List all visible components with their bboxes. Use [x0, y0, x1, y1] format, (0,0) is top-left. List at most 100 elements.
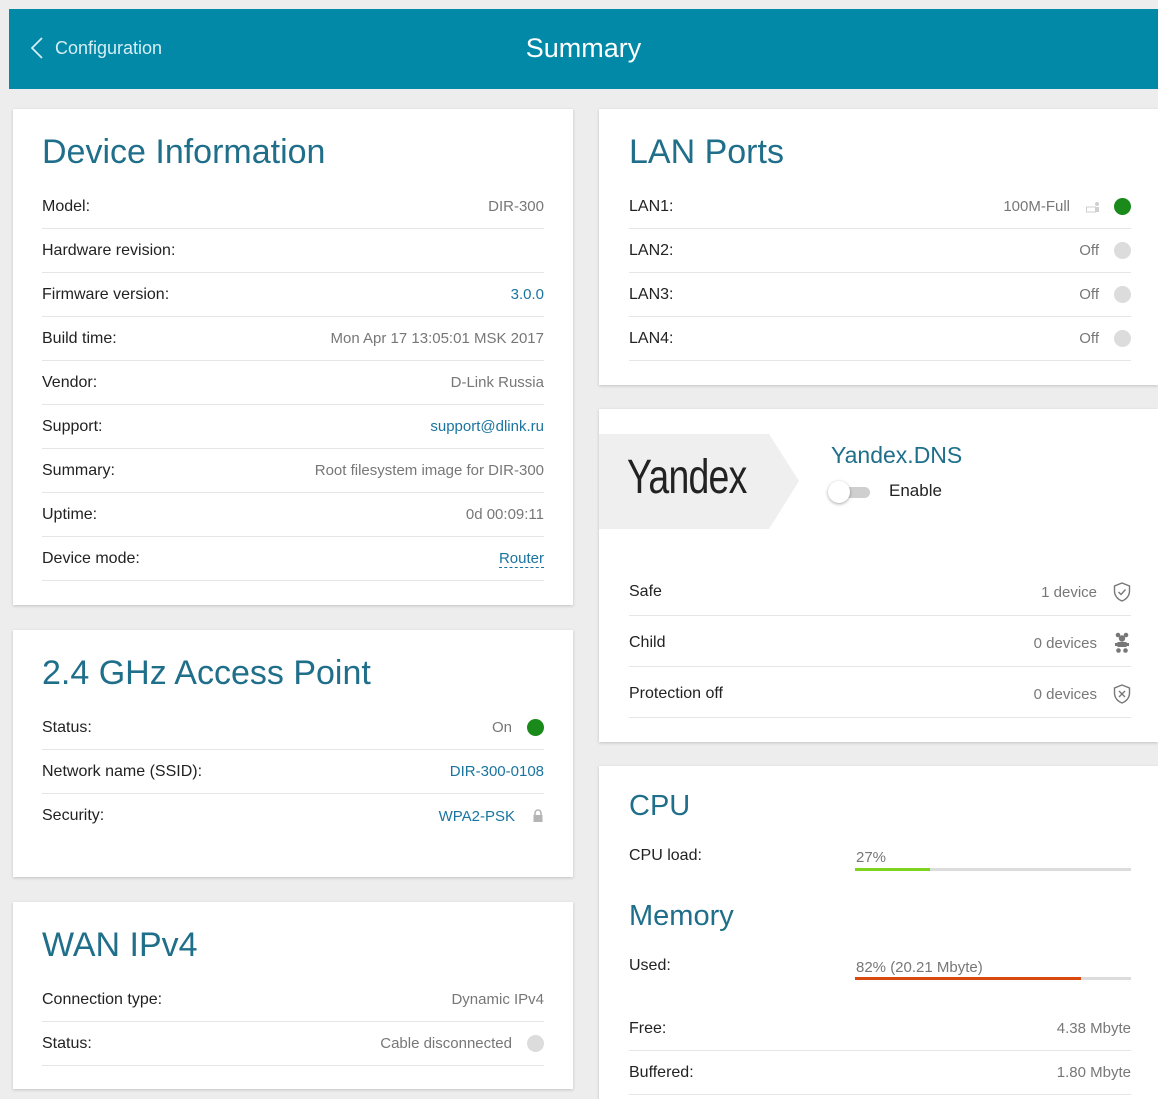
lan-port-speed: Off — [1079, 286, 1099, 303]
safe-device-count: 1 device — [1041, 583, 1097, 601]
row-label: Safe — [629, 583, 662, 600]
row-label: Hardware revision: — [42, 241, 176, 259]
row-label: LAN1: — [629, 197, 674, 215]
row-value: WPA2-PSK — [439, 808, 544, 825]
lock-icon — [533, 809, 543, 822]
ap-row-status: Status: On — [42, 706, 544, 750]
row-label: Status: — [42, 718, 92, 736]
row-value: 0d 00:09:11 — [465, 506, 544, 523]
system-resources-card: CPU CPU load: 27% Memory Used: 82% (20.2… — [599, 766, 1158, 1099]
memory-row-free: Free: 4.38 Mbyte — [629, 1007, 1131, 1051]
child-device-count: 0 devices — [1033, 634, 1097, 652]
row-label: Network name (SSID): — [42, 762, 203, 780]
page-title: Summary — [525, 33, 642, 63]
device-info-row-mode: Device mode: Router — [42, 537, 544, 581]
wan-status-text: Cable disconnected — [380, 1035, 512, 1052]
ap-row-security: Security: WPA2-PSK — [42, 794, 544, 838]
ssid-link[interactable]: DIR-300-0108 — [450, 763, 544, 780]
row-value: 1.80 Mbyte — [1056, 1064, 1131, 1081]
row-value: 0 devices — [1034, 684, 1131, 704]
row-label: Buffered: — [629, 1063, 694, 1081]
cpu-title: CPU — [629, 790, 691, 822]
row-label: Device mode: — [42, 549, 140, 567]
security-link[interactable]: WPA2-PSK — [439, 808, 515, 825]
memory-row-buffered: Buffered: 1.80 Mbyte — [629, 1051, 1131, 1095]
memory-title: Memory — [629, 900, 734, 932]
lan-ports-title: LAN Ports — [629, 133, 784, 171]
row-label: Summary: — [42, 461, 115, 479]
yandex-row-protection-off: Protection off 0 devices — [629, 671, 1131, 718]
device-info-row-hardware: Hardware revision: — [42, 229, 544, 273]
cpu-load-bar-fill — [855, 868, 930, 871]
port-inactive-indicator — [1114, 330, 1131, 347]
top-bar: Configuration Summary — [9, 9, 1158, 89]
port-active-indicator — [1114, 198, 1131, 215]
yandex-dns-card: Yandex Yandex.DNS Enable Safe 1 device C… — [599, 409, 1158, 742]
row-value: 4.38 Mbyte — [1056, 1020, 1131, 1037]
cpu-load-label: CPU load: — [629, 847, 702, 864]
lan-port-speed: Off — [1079, 330, 1099, 347]
row-label: Connection type: — [42, 990, 163, 1008]
yandex-dns-title: Yandex.DNS — [831, 442, 963, 468]
row-value: 1 device — [1041, 582, 1131, 602]
row-value: Cable disconnected — [380, 1035, 544, 1052]
wan-title: WAN IPv4 — [42, 926, 198, 964]
device-info-row-uptime: Uptime: 0d 00:09:11 — [42, 493, 544, 537]
row-value: Dynamic IPv4 — [451, 991, 544, 1008]
row-value: Root filesystem image for DIR-300 — [314, 462, 544, 479]
port-inactive-indicator — [1114, 286, 1131, 303]
memory-used-bar — [855, 977, 1131, 980]
ap-row-ssid: Network name (SSID): DIR-300-0108 — [42, 750, 544, 794]
device-info-title: Device Information — [42, 133, 326, 171]
access-point-title: 2.4 GHz Access Point — [42, 654, 371, 692]
row-value: Mon Apr 17 13:05:01 MSK 2017 — [330, 330, 544, 347]
row-label: Status: — [42, 1034, 92, 1052]
row-label: Child — [629, 634, 666, 651]
memory-used-label: Used: — [629, 957, 671, 974]
support-email-link[interactable]: support@dlink.ru — [430, 418, 544, 435]
row-label: Support: — [42, 417, 103, 435]
lan-port-speed: Off — [1079, 242, 1099, 259]
lan-port-speed: 100M-Full — [1003, 198, 1070, 215]
yandex-row-safe: Safe 1 device — [629, 569, 1131, 616]
shield-check-icon — [1113, 582, 1131, 602]
row-value: 100M-Full — [1003, 198, 1131, 215]
status-on-indicator — [527, 719, 544, 736]
device-info-row-summary: Summary: Root filesystem image for DIR-3… — [42, 449, 544, 493]
device-info-row-vendor: Vendor: D-Link Russia — [42, 361, 544, 405]
firmware-version-link[interactable]: 3.0.0 — [511, 286, 544, 303]
row-label: LAN4: — [629, 329, 674, 347]
row-label: LAN3: — [629, 285, 674, 303]
lan-ports-card: LAN Ports LAN1: 100M-Full LAN2: Off LAN3… — [599, 109, 1158, 385]
access-point-card: 2.4 GHz Access Point Status: On Network … — [13, 630, 573, 877]
row-label: Protection off — [629, 685, 723, 702]
device-info-row-model: Model: DIR-300 — [42, 185, 544, 229]
device-mode-link[interactable]: Router — [498, 550, 544, 568]
row-label: Build time: — [42, 329, 117, 347]
row-value: Off — [1079, 330, 1131, 347]
memory-used-bar-fill — [855, 977, 1082, 980]
port-inactive-indicator — [1114, 242, 1131, 259]
yandex-row-child: Child 0 devices — [629, 620, 1131, 667]
row-value: DIR-300 — [488, 198, 544, 215]
device-info-row-support: Support: support@dlink.ru — [42, 405, 544, 449]
lan-port-row-2: LAN2: Off — [629, 229, 1131, 273]
yandex-dns-toggle[interactable] — [828, 481, 870, 503]
cpu-load-value: 27% — [856, 849, 887, 866]
row-label: Model: — [42, 197, 91, 215]
wan-card: WAN IPv4 Connection type: Dynamic IPv4 S… — [13, 902, 573, 1089]
row-label: Firmware version: — [42, 285, 170, 303]
row-value: Off — [1079, 242, 1131, 259]
row-value: On — [492, 719, 544, 736]
device-info-row-firmware: Firmware version: 3.0.0 — [42, 273, 544, 317]
device-info-card: Device Information Model: DIR-300 Hardwa… — [13, 109, 573, 605]
status-off-indicator — [527, 1035, 544, 1052]
child-icon — [1115, 632, 1129, 653]
cpu-load-bar — [855, 868, 1131, 871]
yandex-logo: Yandex — [627, 451, 747, 504]
connected-device-icon — [1086, 201, 1099, 212]
memory-used-value: 82% (20.21 Mbyte) — [856, 959, 983, 976]
ap-status-text: On — [491, 719, 512, 736]
row-label: Security: — [42, 807, 105, 824]
row-label: Uptime: — [42, 505, 98, 523]
